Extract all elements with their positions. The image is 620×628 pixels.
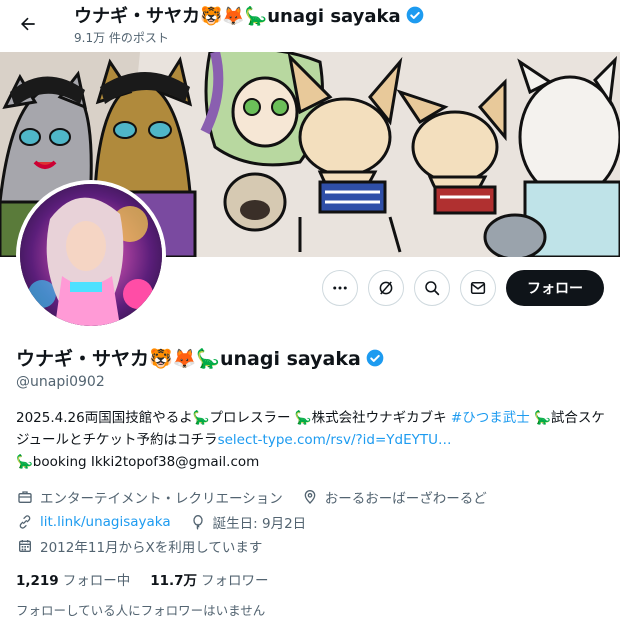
profile-avatar[interactable] [16, 180, 166, 330]
more-button[interactable] [322, 270, 358, 306]
message-icon [470, 282, 486, 294]
bio-url-link[interactable]: select-type.com/rsv/?id=YdEYTU… [218, 432, 452, 448]
link-icon [16, 513, 34, 531]
followers-count: 11.7万 [150, 573, 198, 589]
profile-website-birthday: lit.link/unagisayaka 誕生日: 9月2日 [16, 512, 306, 532]
display-name: ウナギ・サヤカ🐯🦊🦕unagi sayaka [16, 348, 361, 370]
verified-badge-icon [406, 6, 423, 24]
avatar-photo [20, 184, 162, 326]
followers-label: フォロワー [201, 573, 269, 589]
location-icon [301, 488, 319, 506]
message-button[interactable] [460, 270, 496, 306]
profile-joined: 2012年11月からXを利用しています [16, 536, 262, 556]
search-icon [425, 281, 440, 296]
profile-handle: @unapi0902 [16, 374, 105, 390]
profile-name-row: ウナギ・サヤカ🐯🦊🦕unagi sayaka [16, 344, 385, 371]
search-button[interactable] [414, 270, 450, 306]
location-text: おーるおーばーざわーるど [324, 491, 487, 507]
calendar-icon [16, 537, 34, 555]
profile-actions: フォロー [322, 270, 604, 306]
birthday-text: 誕生日: 9月2日 [212, 516, 307, 532]
website-link[interactable]: lit.link/unagisayaka [40, 514, 171, 530]
bio-text-1: 2025.4.26両国国技館やるよ🦕プロレスラー 🦕株式会社ウナギカブキ [16, 410, 451, 426]
grok-button[interactable] [368, 270, 404, 306]
profile-stats: 1,219 フォロー中 11.7万 フォロワー [16, 569, 269, 589]
joined-text: 2012年11月からXを利用しています [40, 540, 263, 556]
profile-bio: 2025.4.26両国国技館やるよ🦕プロレスラー 🦕株式会社ウナギカブキ #ひつ… [16, 407, 612, 473]
pug-illustration [223, 172, 287, 232]
verified-badge-icon[interactable] [365, 348, 385, 368]
back-button[interactable] [10, 6, 46, 42]
bio-hashtag-link[interactable]: #ひつま武士 [451, 410, 530, 426]
following-link[interactable]: 1,219 フォロー中 [16, 569, 130, 589]
top-bar: ウナギ・サヤカ🐯🦊🦕unagi sayaka 9.1万 件のポスト [0, 0, 620, 52]
bio-text-3: 🦕booking Ikki2topof38@gmail.com [16, 454, 260, 470]
follow-button[interactable]: フォロー [506, 270, 604, 306]
following-label: フォロー中 [62, 573, 131, 589]
more-icon [333, 286, 347, 290]
following-count: 1,219 [16, 573, 59, 589]
profile-category: エンターテイメント・レクリエーション おーるおーばーざわーるど [16, 487, 487, 507]
grok-icon [379, 281, 393, 295]
followers-you-know-note: フォローしている人にフォロワーはいません [16, 603, 266, 618]
briefcase-icon [16, 488, 34, 506]
back-arrow-icon [21, 17, 35, 31]
balloon-icon [189, 513, 207, 531]
post-count: 9.1万 件のポスト [74, 31, 169, 45]
category-text: エンターテイメント・レクリエーション [40, 491, 283, 507]
header-title-row: ウナギ・サヤカ🐯🦊🦕unagi sayaka [74, 2, 425, 28]
followers-link[interactable]: 11.7万 フォロワー [150, 569, 268, 589]
header-title: ウナギ・サヤカ🐯🦊🦕unagi sayaka [74, 6, 401, 27]
